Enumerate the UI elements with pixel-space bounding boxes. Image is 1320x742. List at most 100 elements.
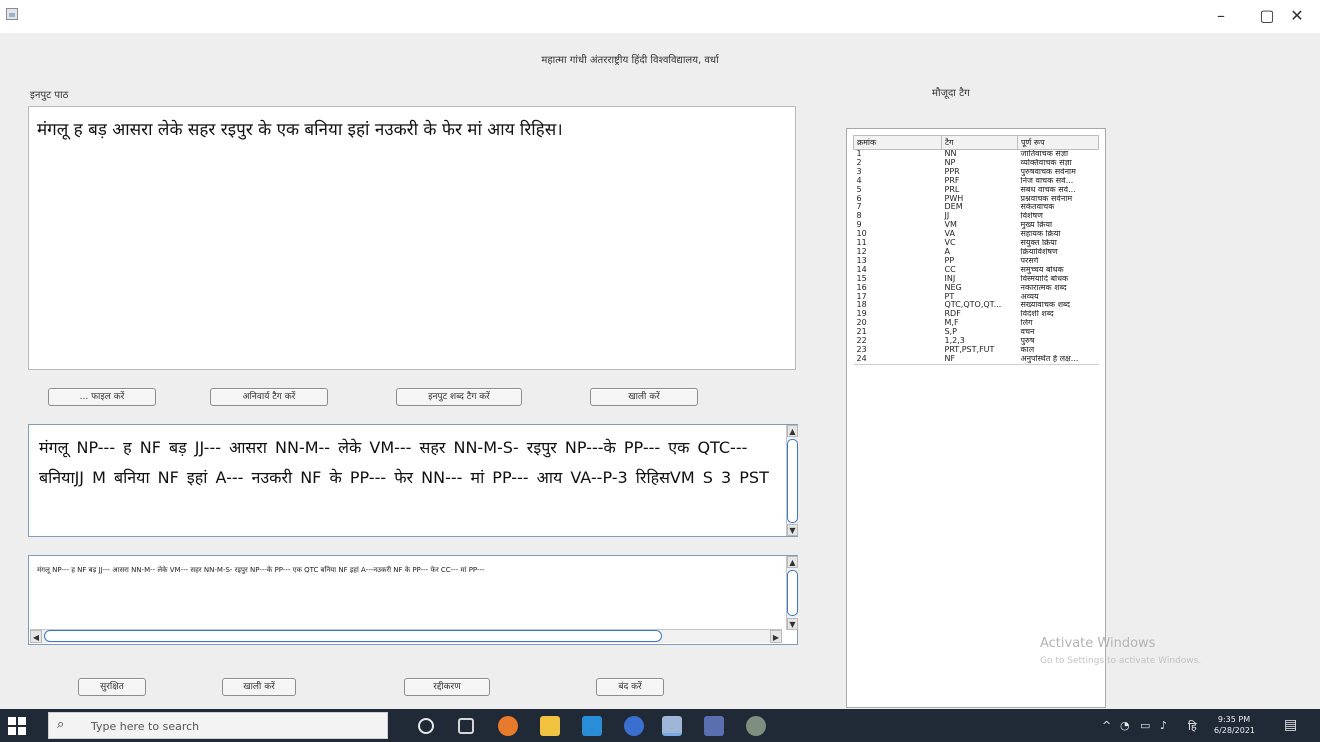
column-header-serial[interactable]: क्रमांक <box>853 135 942 150</box>
tags-table-header: क्रमांक टैग पूर्ण रूप <box>853 135 1099 150</box>
task-view-icon[interactable] <box>458 718 474 734</box>
taskbar: ⌕ Type here to search ^ ◔ ▭ ♪ हि 9:35 PM… <box>0 709 1320 742</box>
tag-full-form: अनुपस्थित है लक्ष... <box>1017 354 1099 365</box>
tag-row[interactable]: 11 VC संयुक्त क्रिया <box>854 239 1099 248</box>
tag-row[interactable]: 6 PWH प्रश्नवाचक सर्वनाम <box>854 195 1099 204</box>
tag-row[interactable]: 17 PT अव्यय <box>854 293 1099 302</box>
store-icon[interactable] <box>582 716 602 736</box>
tag-code: NN <box>944 149 957 159</box>
tag-full-form: विस्मयादि बोधक <box>1020 274 1069 283</box>
scroll-right-arrow-icon[interactable]: ▶ <box>770 630 782 643</box>
tag-row[interactable]: 1 NN जातिवाचक संज्ञा <box>854 150 1099 159</box>
tag-row[interactable]: 2 NP व्यक्तिवाचक संज्ञा <box>854 159 1099 168</box>
tag-row[interactable]: 21 S,P वचन <box>854 328 1099 337</box>
tag-code: 1,2,3 <box>944 337 965 346</box>
column-header-tag[interactable]: टैग <box>941 135 1018 150</box>
scroll-thumb[interactable] <box>787 570 798 616</box>
tag-serial: 22 <box>856 337 867 346</box>
tag-full-form: मुख्य क्रिया <box>1020 221 1053 230</box>
app-blue-icon[interactable] <box>624 716 644 736</box>
tag-row[interactable]: 23 PRT,PST,FUT काल <box>854 346 1099 355</box>
close-button[interactable]: बंद करें <box>596 678 664 696</box>
scroll-up-arrow-icon[interactable]: ▲ <box>787 425 798 437</box>
tagged-output-scrollbar[interactable]: ▲ ▼ <box>786 425 798 536</box>
close-window-button[interactable]: ✕ <box>1274 0 1320 33</box>
tag-full-form: विदेशी शब्द <box>1020 310 1054 319</box>
scroll-down-arrow-icon[interactable]: ▼ <box>787 524 798 536</box>
minimize-button[interactable]: – <box>1198 0 1244 33</box>
scroll-up-arrow-icon[interactable]: ▲ <box>787 556 798 568</box>
tag-serial: 1 <box>856 149 862 159</box>
tags-panel-label: मौजूदा टैग <box>932 88 970 99</box>
tag-row[interactable]: 7 DEM संकेतवाचक <box>854 203 1099 212</box>
tag-row[interactable]: 5 PRL संबंध वाचक सर्व... <box>854 186 1099 195</box>
tag-row[interactable]: 10 VA सहायक क्रिया <box>854 230 1099 239</box>
cortana-icon[interactable] <box>418 718 434 734</box>
scroll-thumb[interactable] <box>787 439 798 523</box>
save-button[interactable]: सुरक्षित <box>78 678 146 696</box>
tag-row[interactable]: 14 CC समुच्चय बोधक <box>854 266 1099 275</box>
lower-output-vscroll[interactable]: ▲ ▼ <box>786 556 798 630</box>
file-explorer-icon[interactable] <box>540 716 560 736</box>
scroll-left-arrow-icon[interactable]: ◀ <box>30 630 42 643</box>
tag-row[interactable]: 19 RDF विदेशी शब्द <box>854 310 1099 319</box>
tag-serial: 24 <box>853 354 942 365</box>
reset-button[interactable]: रद्दीकरण <box>404 678 490 696</box>
clear-top-button[interactable]: खाली करें <box>590 388 698 406</box>
windows-start-icon[interactable] <box>8 717 26 735</box>
notifications-icon[interactable]: ▤ <box>1284 717 1297 733</box>
tag-row[interactable]: 12 A क्रियाविशेषण <box>854 248 1099 257</box>
tag-row[interactable]: 22 1,2,3 पुरुष <box>854 337 1099 346</box>
tag-code: PT <box>944 292 955 301</box>
app-title: महात्मा गांधी अंतरराष्ट्रीय हिंदी विश्वव… <box>541 55 719 66</box>
network-icon[interactable]: ◔ <box>1120 719 1130 732</box>
clock-time: 9:35 PM <box>1217 715 1251 724</box>
scroll-down-arrow-icon[interactable]: ▼ <box>787 618 798 630</box>
firefox-icon[interactable] <box>498 716 518 736</box>
tag-row[interactable]: 13 PP परसर्ग <box>854 257 1099 266</box>
tag-row[interactable]: 8 JJ विशेषण <box>854 212 1099 221</box>
tray-chevron-icon[interactable]: ^ <box>1102 719 1111 732</box>
tagged-output-area[interactable]: मंगलू NP--- ह NF बड़ JJ--- आसरा NN-M-- ल… <box>28 424 798 537</box>
tag-manual-button[interactable]: अनिवार्य टैग करें <box>210 388 328 406</box>
tag-full-form: नकारात्मक शब्द <box>1020 283 1067 292</box>
editor-icon[interactable] <box>704 716 724 736</box>
input-label: इनपुट पाठ <box>30 90 69 101</box>
clock[interactable]: 9:35 PM 6/28/2021 <box>1214 714 1255 736</box>
clear-bottom-button[interactable]: खाली करें <box>222 678 296 696</box>
tag-row[interactable]: 24 NF अनुपस्थित है लक्ष... <box>853 354 1099 365</box>
taskbar-search-input[interactable]: ⌕ Type here to search <box>48 712 388 739</box>
input-text-area[interactable]: मंगलू ह बड़ आसरा लेके सहर रइपुर के एक बन… <box>28 106 796 370</box>
tags-table: क्रमांक टैग पूर्ण रूप 1 NN जातिवाचक संज्ञा… <box>853 135 1099 365</box>
tags-table-panel[interactable]: क्रमांक टैग पूर्ण रूप 1 NN जातिवाचक संज्ञा… <box>846 128 1106 708</box>
tag-serial: 12 <box>856 247 867 256</box>
lower-output-hscroll[interactable]: ◀ ▶ <box>30 629 782 643</box>
tag-serial: 13 <box>856 256 867 265</box>
tag-code: PRL <box>944 185 960 194</box>
tag-row[interactable]: 9 VM मुख्य क्रिया <box>854 221 1099 230</box>
tag-full-form: व्यक्तिवाचक संज्ञा <box>1020 158 1072 167</box>
tag-code: PRT,PST,FUT <box>944 345 995 354</box>
volume-icon[interactable]: ♪ <box>1160 719 1167 732</box>
tag-full-form: जातिवाचक संज्ञा <box>1020 149 1069 159</box>
tag-row[interactable]: 16 NEG नकारात्मक शब्द <box>854 284 1099 293</box>
scroll-thumb[interactable] <box>44 630 662 642</box>
tag-row[interactable]: 4 PRF निज वाचक सर्व... <box>854 177 1099 186</box>
input-language-indicator[interactable]: हि <box>1188 719 1197 734</box>
tag-serial: 5 <box>856 185 862 194</box>
tag-input-button[interactable]: इनपुट शब्द टैग करें <box>396 388 522 406</box>
tag-code: CC <box>944 265 956 274</box>
tag-row[interactable]: 18 QTC,QTO,QT... संख्यावाचक शब्द <box>854 301 1099 310</box>
tag-row[interactable]: 15 INJ विस्मयादि बोधक <box>854 275 1099 284</box>
tag-row[interactable]: 20 M,F लिंग <box>854 319 1099 328</box>
tag-serial: 21 <box>856 328 867 337</box>
java-app-icon[interactable] <box>662 716 682 736</box>
tag-row[interactable]: 3 PPR पुरुषवाचक सर्वनाम <box>854 168 1099 177</box>
load-file-button[interactable]: ... फाइल करें <box>48 388 156 406</box>
battery-icon[interactable]: ▭ <box>1140 719 1150 732</box>
column-header-full-form[interactable]: पूर्ण रूप <box>1017 135 1099 150</box>
tag-full-form: समुच्चय बोधक <box>1020 265 1064 274</box>
tag-code: RDF <box>944 310 961 319</box>
tag-code: A <box>944 247 950 256</box>
tool-icon[interactable] <box>746 716 766 736</box>
